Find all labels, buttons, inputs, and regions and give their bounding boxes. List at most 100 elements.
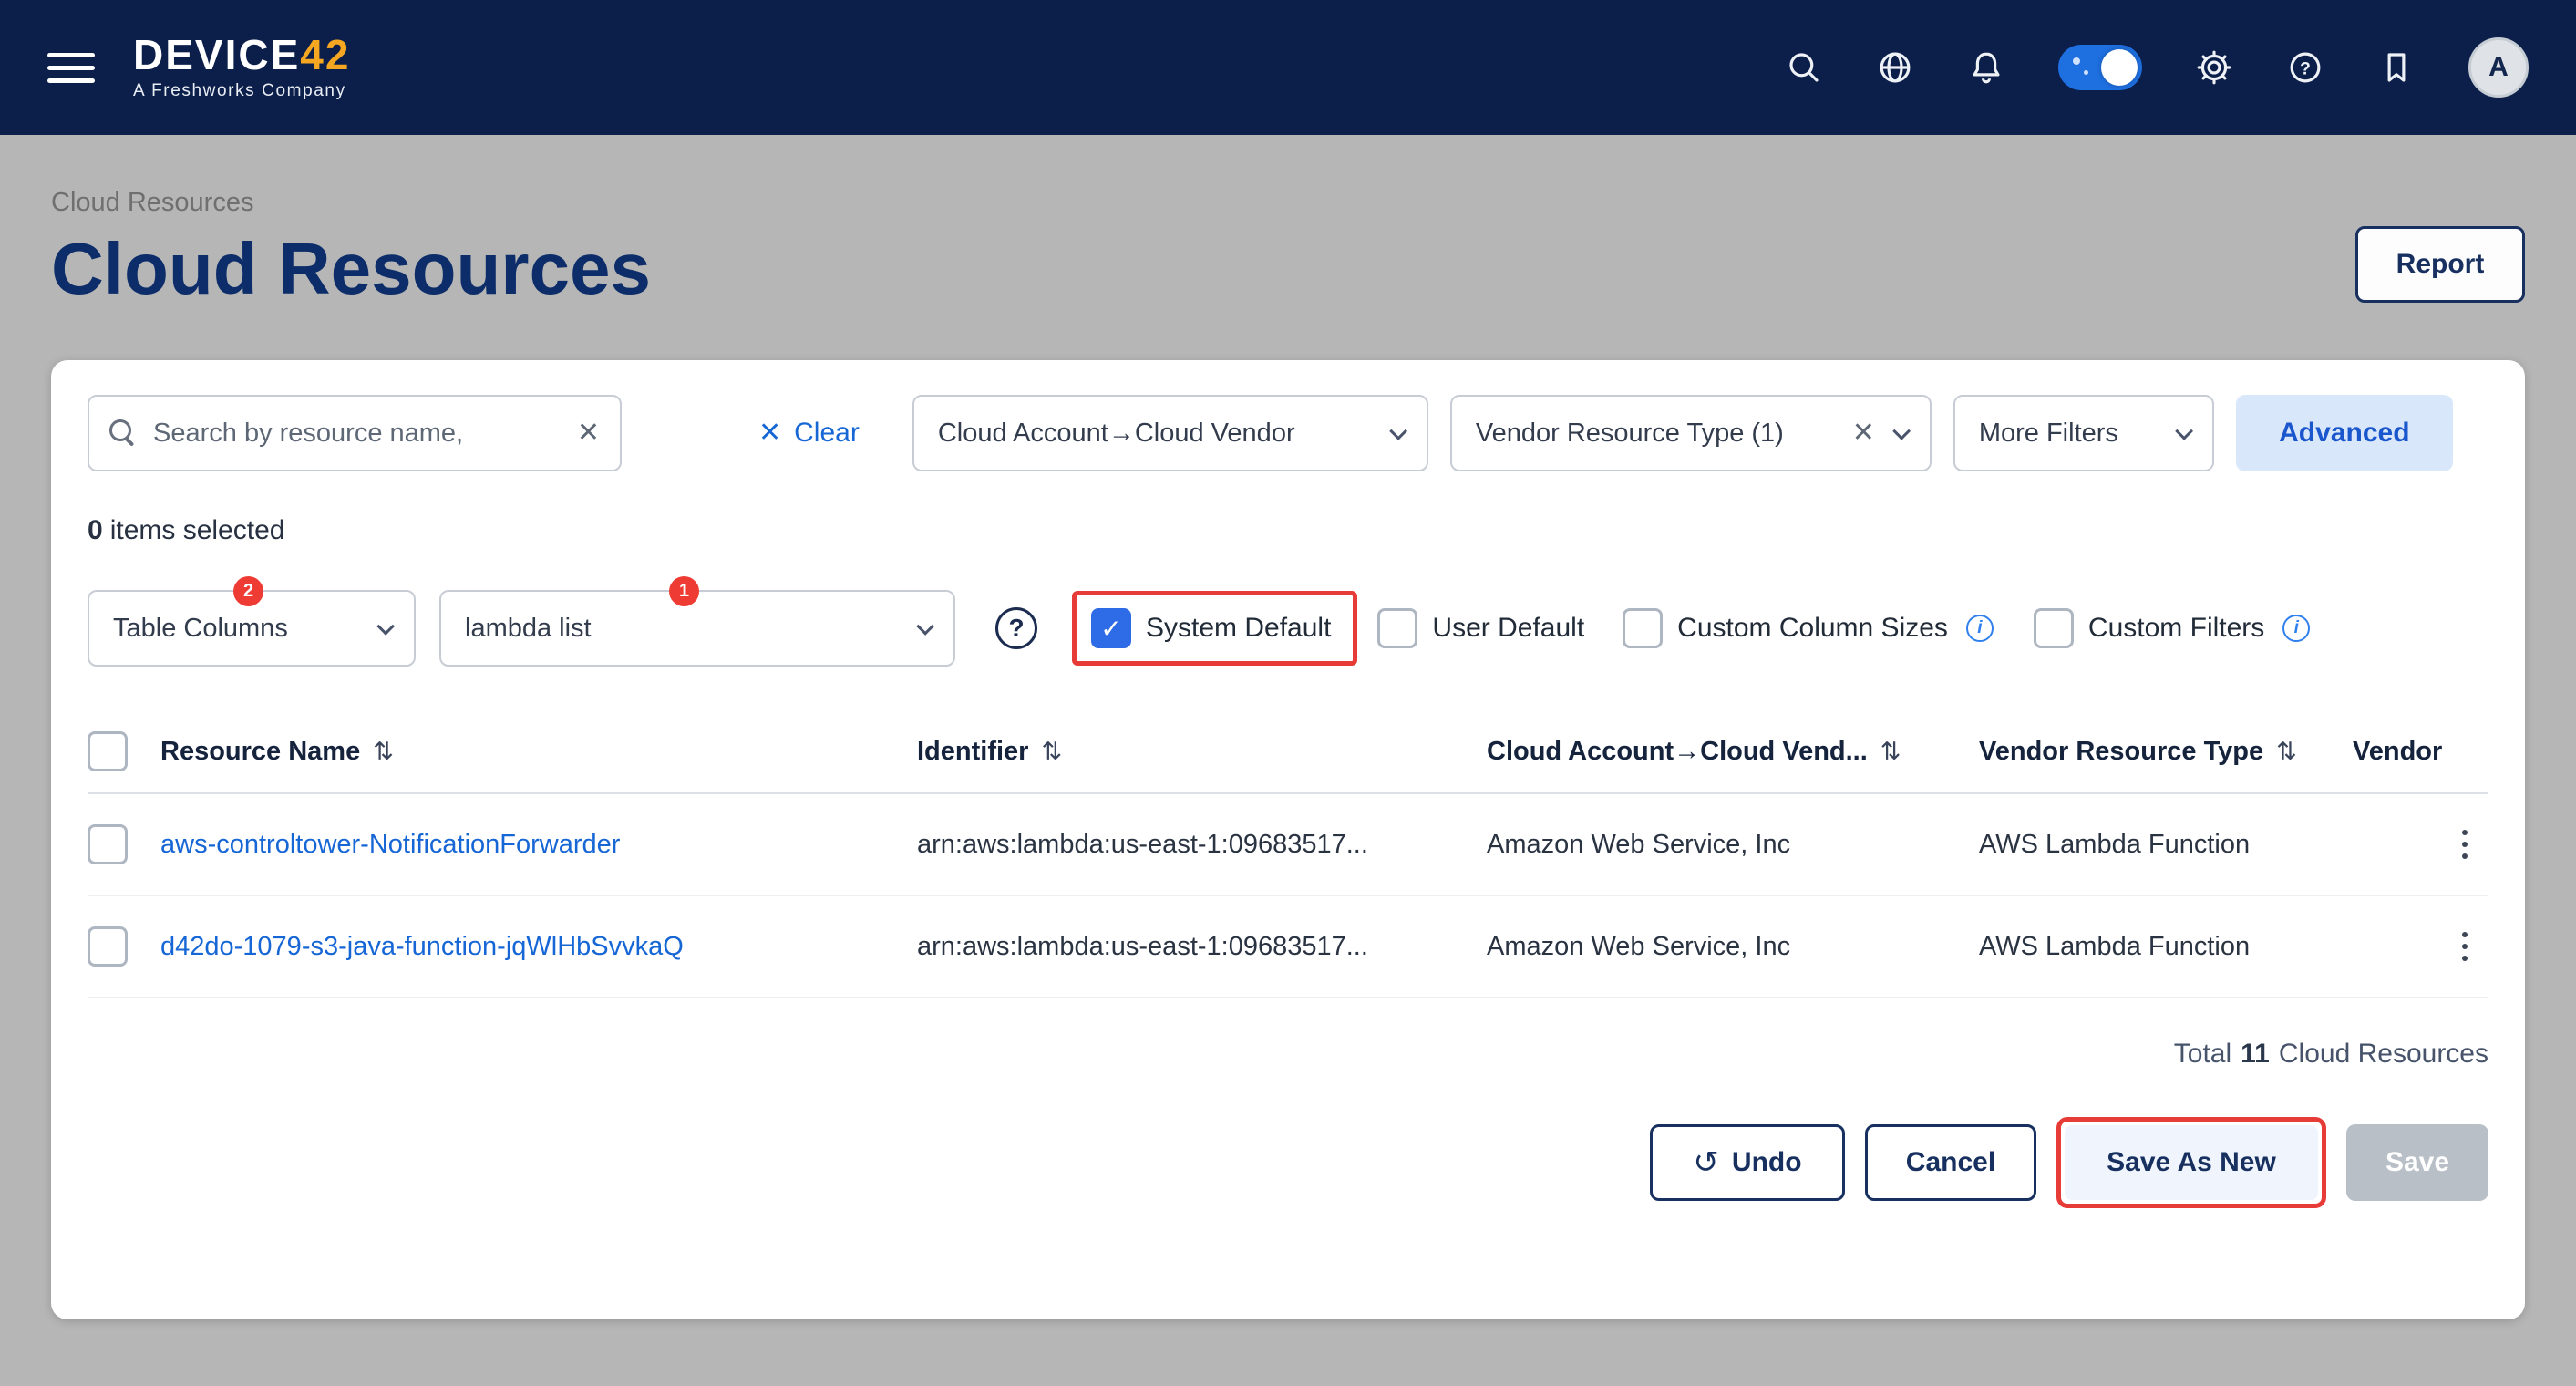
- table-row: d42do-1079-s3-java-function-jqWlHbSvvkaQ…: [88, 896, 2488, 998]
- theme-toggle[interactable]: [2058, 45, 2142, 90]
- sort-icon[interactable]: ⇅: [1880, 738, 1901, 766]
- saved-view-dropdown[interactable]: lambda list 1: [439, 590, 955, 667]
- undo-icon: ↺: [1693, 1144, 1719, 1181]
- select-all-checkbox[interactable]: [88, 731, 128, 771]
- view-controls: Table Columns 2 lambda list 1 ? ✓ System…: [88, 590, 2488, 667]
- sort-icon[interactable]: ⇅: [2276, 738, 2297, 766]
- resource-name-link[interactable]: d42do-1079-s3-java-function-jqWlHbSvvkaQ: [160, 932, 684, 962]
- menu-icon[interactable]: [47, 53, 95, 83]
- svg-text:?: ?: [2300, 59, 2311, 78]
- remove-filter-icon[interactable]: ✕: [1852, 419, 1875, 447]
- gear-icon[interactable]: [2195, 48, 2233, 87]
- info-icon[interactable]: i: [2282, 615, 2310, 642]
- page-title: Cloud Resources: [51, 229, 2525, 309]
- selection-summary: 0items selected: [88, 515, 2488, 546]
- column-label: Vendor: [2353, 737, 2442, 767]
- navbar-actions: ? A: [1785, 37, 2529, 98]
- report-button[interactable]: Report: [2355, 226, 2525, 303]
- bell-icon[interactable]: [1967, 48, 2005, 87]
- clear-filters-link[interactable]: ✕ Clear: [758, 418, 860, 449]
- avatar[interactable]: A: [2468, 37, 2529, 98]
- toggle-knob: [2101, 49, 2138, 86]
- system-default-label: System Default: [1146, 613, 1331, 644]
- save-button[interactable]: Save: [2346, 1124, 2488, 1201]
- column-label: Cloud Account→Cloud Vend...: [1487, 737, 1868, 767]
- custom-filters-checkbox[interactable]: [2034, 608, 2074, 648]
- annotation-box-save-as-new: Save As New: [2056, 1117, 2326, 1208]
- search-icon: [109, 419, 137, 447]
- row-checkbox[interactable]: [88, 926, 128, 967]
- logo-subtitle: A Freshworks Company: [133, 81, 350, 101]
- custom-filters-group: Custom Filters i: [2034, 608, 2310, 648]
- cancel-button[interactable]: Cancel: [1865, 1124, 2036, 1201]
- selected-count: 0: [88, 515, 103, 545]
- chevron-down-icon: [376, 617, 395, 636]
- top-navbar: DEVICE42 A Freshworks Company ? A: [0, 0, 2576, 135]
- total-suffix: Cloud Resources: [2279, 1039, 2488, 1069]
- total-prefix: Total: [2174, 1039, 2231, 1069]
- system-default-checkbox[interactable]: ✓: [1091, 608, 1131, 648]
- table-row: aws-controltower-NotificationForwarder a…: [88, 794, 2488, 896]
- search-input[interactable]: [153, 419, 561, 449]
- info-icon[interactable]: i: [1966, 615, 1994, 642]
- advanced-button[interactable]: Advanced: [2236, 395, 2453, 471]
- column-header-vendor-resource-type[interactable]: Vendor Resource Type ⇅: [1979, 737, 2353, 767]
- sort-icon[interactable]: ⇅: [373, 738, 394, 766]
- breadcrumb[interactable]: Cloud Resources: [51, 188, 253, 218]
- close-icon: ✕: [758, 419, 781, 447]
- annotation-box-system-default: ✓ System Default: [1072, 591, 1357, 666]
- column-label: Resource Name: [160, 737, 360, 767]
- user-default-label: User Default: [1432, 613, 1584, 644]
- custom-column-sizes-checkbox[interactable]: [1623, 608, 1663, 648]
- column-label: Vendor Resource Type: [1979, 737, 2263, 767]
- undo-label: Undo: [1732, 1147, 1802, 1178]
- dropdown-label: More Filters: [1979, 419, 2158, 449]
- sort-icon[interactable]: ⇅: [1041, 738, 1062, 766]
- custom-column-sizes-label: Custom Column Sizes: [1677, 613, 1948, 644]
- resource-name-link[interactable]: aws-controltower-NotificationForwarder: [160, 830, 620, 860]
- saved-view-badge: 1: [669, 576, 699, 606]
- column-header-identifier[interactable]: Identifier ⇅: [917, 737, 1487, 767]
- resources-table: Resource Name ⇅ Identifier ⇅ Cloud Accou…: [88, 710, 2488, 998]
- vendor-resource-type-cell: AWS Lambda Function: [1979, 830, 2250, 860]
- search-clear-icon[interactable]: ✕: [577, 419, 600, 447]
- more-filters-dropdown[interactable]: More Filters: [1953, 395, 2214, 471]
- chevron-down-icon: [1892, 422, 1911, 440]
- custom-column-sizes-group: Custom Column Sizes i: [1623, 608, 1994, 648]
- globe-icon[interactable]: [1876, 48, 1914, 87]
- column-header-resource-name[interactable]: Resource Name ⇅: [160, 737, 917, 767]
- cloud-account-vendor-dropdown[interactable]: Cloud Account→Cloud Vendor: [912, 395, 1428, 471]
- row-actions-kebab-icon[interactable]: [2445, 921, 2485, 972]
- search-input-wrapper: ✕: [88, 395, 622, 471]
- custom-filters-label: Custom Filters: [2088, 613, 2264, 644]
- help-circle-icon[interactable]: ?: [995, 607, 1037, 649]
- undo-button[interactable]: ↺ Undo: [1650, 1124, 1845, 1201]
- dropdown-label: Cloud Account→Cloud Vendor: [938, 419, 1372, 449]
- row-checkbox[interactable]: [88, 824, 128, 864]
- card-actions: ↺ Undo Cancel Save As New Save: [88, 1117, 2488, 1208]
- toggle-dot: [2084, 70, 2088, 75]
- dropdown-label: Vendor Resource Type (1): [1476, 419, 1834, 449]
- user-default-group: User Default: [1377, 608, 1584, 648]
- table-header-row: Resource Name ⇅ Identifier ⇅ Cloud Accou…: [88, 710, 2488, 794]
- save-as-new-button[interactable]: Save As New: [2065, 1125, 2318, 1200]
- help-icon[interactable]: ?: [2286, 48, 2324, 87]
- cloud-account-cell: Amazon Web Service, Inc: [1487, 932, 1790, 962]
- vendor-resource-type-dropdown[interactable]: Vendor Resource Type (1) ✕: [1450, 395, 1932, 471]
- column-label: Identifier: [917, 737, 1028, 767]
- filter-bar: ✕ ✕ Clear Cloud Account→Cloud Vendor Ven…: [88, 395, 2488, 471]
- device42-logo[interactable]: DEVICE42 A Freshworks Company: [133, 34, 350, 101]
- search-icon[interactable]: [1785, 48, 1823, 87]
- cloud-resources-card: ✕ ✕ Clear Cloud Account→Cloud Vendor Ven…: [51, 360, 2525, 1319]
- column-header-vendor-clipped[interactable]: Vendor: [2353, 737, 2525, 767]
- clear-label: Clear: [794, 418, 860, 449]
- chevron-down-icon: [1389, 422, 1407, 440]
- user-default-checkbox[interactable]: [1377, 608, 1417, 648]
- page-header: Cloud Resources Cloud Resources Report: [0, 135, 2576, 309]
- column-header-cloud-account[interactable]: Cloud Account→Cloud Vend... ⇅: [1487, 737, 1979, 767]
- bookmark-icon[interactable]: [2377, 48, 2416, 87]
- table-columns-dropdown[interactable]: Table Columns 2: [88, 590, 416, 667]
- table-columns-badge: 2: [233, 576, 263, 606]
- row-actions-kebab-icon[interactable]: [2445, 819, 2485, 870]
- toggle-dot: [2073, 57, 2080, 65]
